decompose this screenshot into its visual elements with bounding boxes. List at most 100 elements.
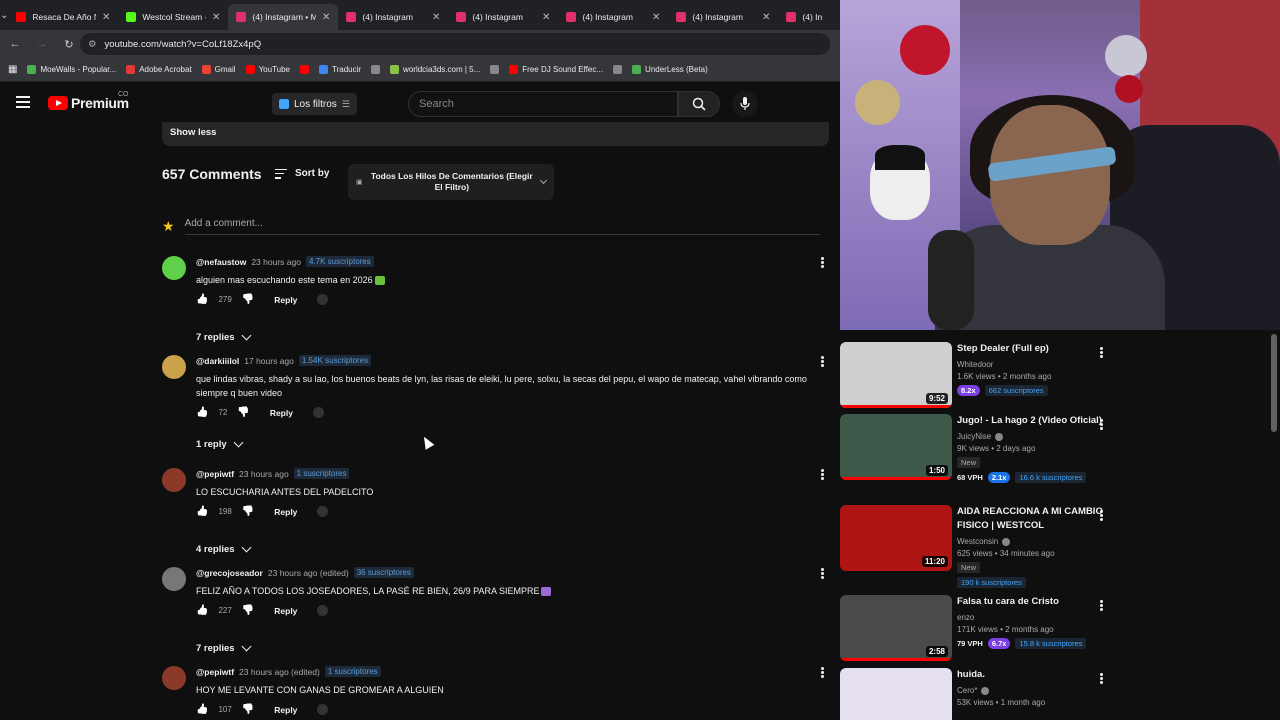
video-thumbnail[interactable]: 1:50: [840, 414, 952, 480]
avatar[interactable]: [162, 355, 186, 379]
sort-by-button[interactable]: Sort by: [275, 168, 329, 179]
comment-more-icon[interactable]: [821, 355, 827, 368]
tab-close-icon[interactable]: ✕: [542, 12, 550, 23]
video-title[interactable]: Step Dealer (Full ep): [957, 342, 1107, 356]
thread-filter-dropdown[interactable]: ▣ Todos Los Hilos De Comentarios (Elegir…: [348, 164, 554, 200]
view-replies-button[interactable]: 7 replies: [196, 641, 252, 654]
bookmark-item[interactable]: Free DJ Sound Effec...: [509, 65, 603, 74]
view-replies-button[interactable]: 7 replies: [196, 330, 252, 343]
video-title[interactable]: Falsa tu cara de Cristo: [957, 595, 1107, 609]
view-replies-button[interactable]: 1 reply: [196, 437, 244, 450]
comment-more-icon[interactable]: [821, 256, 827, 269]
avatar[interactable]: [162, 468, 186, 492]
like-icon[interactable]: 👍: [196, 506, 208, 517]
channel-name[interactable]: JuicyNise: [957, 432, 991, 441]
browser-tab[interactable]: (4) Instagram ✕: [668, 4, 778, 30]
reply-button[interactable]: Reply: [274, 606, 297, 616]
bookmark-item[interactable]: Traducir: [319, 65, 361, 74]
dislike-icon[interactable]: 👎: [242, 294, 254, 305]
tab-search-icon[interactable]: ⌄: [0, 0, 8, 30]
comment-time[interactable]: 23 hours ago: [251, 257, 301, 267]
bookmark-item[interactable]: Adobe Acrobat: [126, 65, 192, 74]
dislike-icon[interactable]: 👎: [242, 605, 254, 616]
omnibox[interactable]: ⚙ youtube.com/watch?v=CoLf18Zx4pQ: [80, 33, 830, 55]
like-icon[interactable]: 👍: [196, 407, 208, 418]
video-more-icon[interactable]: [1100, 346, 1104, 359]
like-icon[interactable]: 👍: [196, 704, 208, 715]
recommended-video[interactable]: 2:58 Falsa tu cara de Cristo enzo 171K v…: [840, 595, 1270, 661]
recommended-video[interactable]: 9:52 Step Dealer (Full ep) Whitedoor 1.6…: [840, 342, 1270, 408]
video-thumbnail[interactable]: 9:52: [840, 342, 952, 408]
view-replies-button[interactable]: 4 replies: [196, 542, 252, 555]
recommended-video[interactable]: 1:50 Jugo! - La hago 2 (Video Oficial) J…: [840, 414, 1270, 483]
channel-name[interactable]: Cero*: [957, 686, 977, 695]
tab-close-icon[interactable]: ✕: [652, 12, 660, 23]
reply-button[interactable]: Reply: [274, 507, 297, 517]
reload-icon[interactable]: ↻: [57, 32, 81, 56]
browser-tab[interactable]: (4) Instagram ✕: [338, 4, 448, 30]
browser-tab[interactable]: (4) Instagram ✕: [558, 4, 668, 30]
avatar[interactable]: [162, 567, 186, 591]
comment-time[interactable]: 23 hours ago (edited): [268, 568, 349, 578]
video-title[interactable]: Jugo! - La hago 2 (Video Oficial): [957, 414, 1107, 428]
comment-author[interactable]: @darkiiilol: [196, 356, 239, 366]
comment-author[interactable]: @nefaustow: [196, 257, 246, 267]
bookmark-item[interactable]: Gmail: [201, 65, 236, 74]
avatar[interactable]: [162, 256, 186, 280]
apps-grid-icon[interactable]: ▦: [8, 64, 17, 75]
bookmark-item[interactable]: MoeWalls - Popular...: [27, 65, 116, 74]
comment-more-icon[interactable]: [821, 468, 827, 481]
bookmark-item[interactable]: worldcia3ds.com | 5...: [390, 65, 480, 74]
tab-close-icon[interactable]: ✕: [212, 12, 220, 23]
comment-more-icon[interactable]: [821, 567, 827, 580]
browser-tab[interactable]: (4) Instagram • M ✕: [228, 4, 339, 30]
search-input[interactable]: Search: [408, 91, 678, 117]
comment-time[interactable]: 17 hours ago: [244, 356, 294, 366]
search-button[interactable]: [678, 91, 720, 117]
filter-chip[interactable]: Los filtros ☰: [272, 93, 357, 115]
dislike-icon[interactable]: 👎: [242, 704, 254, 715]
bookmark-item[interactable]: [371, 65, 381, 74]
video-title[interactable]: huida.: [957, 668, 1107, 682]
scrollbar-thumb[interactable]: [1271, 334, 1277, 432]
avatar[interactable]: [162, 666, 186, 690]
channel-name[interactable]: enzo: [957, 613, 974, 622]
tab-close-icon[interactable]: ✕: [762, 12, 770, 23]
channel-name[interactable]: Westconsin: [957, 537, 998, 546]
channel-name[interactable]: Whitedoor: [957, 360, 993, 369]
like-icon[interactable]: 👍: [196, 294, 208, 305]
like-icon[interactable]: 👍: [196, 605, 208, 616]
recommended-video[interactable]: huida. Cero* 53K views • 1 month ago: [840, 668, 1270, 720]
tab-close-icon[interactable]: ✕: [432, 12, 440, 23]
tab-close-icon[interactable]: ✕: [322, 12, 330, 23]
back-icon[interactable]: ←: [3, 32, 27, 56]
comment-more-icon[interactable]: [821, 666, 827, 679]
video-thumbnail[interactable]: [840, 668, 952, 720]
browser-tab[interactable]: Resaca De Año N ✕: [8, 4, 118, 30]
menu-icon[interactable]: [16, 96, 30, 108]
show-less-button[interactable]: Show less: [162, 122, 829, 146]
bookmark-item[interactable]: [490, 65, 500, 74]
bookmark-item[interactable]: [300, 65, 309, 74]
video-title[interactable]: AIDA REACCIONA A MI CAMBIO FISICO | WEST…: [957, 505, 1107, 533]
browser-tab[interactable]: (4) Instagram ✕: [448, 4, 558, 30]
bookmark-item[interactable]: YouTube: [245, 65, 290, 74]
comment-author[interactable]: @pepiwtf: [196, 667, 234, 677]
site-info-icon[interactable]: ⚙: [88, 39, 97, 50]
tab-close-icon[interactable]: ✕: [102, 12, 110, 23]
video-more-icon[interactable]: [1100, 672, 1104, 685]
comment-author[interactable]: @grecojoseador: [196, 568, 263, 578]
bookmark-item[interactable]: UnderLess (Beta): [632, 65, 708, 74]
comment-author[interactable]: @pepiwtf: [196, 469, 234, 479]
comment-time[interactable]: 23 hours ago: [239, 469, 289, 479]
browser-tab[interactable]: (4) In✕: [778, 4, 840, 30]
bookmark-item[interactable]: [613, 65, 623, 74]
voice-search-button[interactable]: [732, 91, 758, 117]
dislike-icon[interactable]: 👎: [242, 506, 254, 517]
reply-button[interactable]: Reply: [274, 295, 297, 305]
recommended-video[interactable]: 11:20 AIDA REACCIONA A MI CAMBIO FISICO …: [840, 505, 1270, 588]
video-thumbnail[interactable]: 11:20: [840, 505, 952, 571]
forward-icon[interactable]: →: [30, 32, 54, 56]
video-more-icon[interactable]: [1100, 418, 1104, 431]
comment-time[interactable]: 23 hours ago (edited): [239, 667, 320, 677]
